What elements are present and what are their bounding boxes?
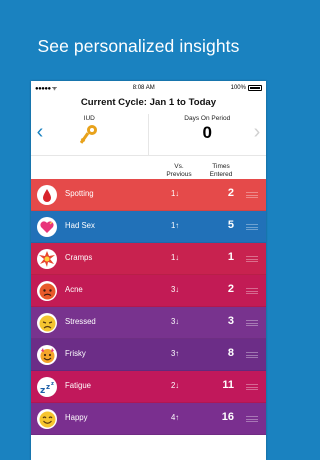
- symptom-row[interactable]: zzz Fatigue 2↓ 11: [31, 371, 266, 403]
- svg-text:z: z: [46, 383, 50, 391]
- signal-indicator: ●●●●● ᯤ: [35, 85, 57, 92]
- cycle-title: Current Cycle: Jan 1 to Today: [80, 97, 217, 108]
- days-on-period: Days On Period 0: [149, 114, 267, 155]
- times-entered-header: Times Entered: [209, 163, 233, 178]
- vs-previous-value: 1↓: [171, 189, 180, 198]
- vs-previous-value: 3↑: [171, 349, 180, 358]
- next-cycle-chevron-icon[interactable]: ›: [250, 122, 264, 142]
- reorder-handle-icon[interactable]: [246, 224, 258, 230]
- symptom-label: Stressed: [65, 317, 96, 326]
- svg-text:z: z: [51, 381, 54, 387]
- status-bar: ●●●●● ᯤ 8:08 AM 100%: [31, 81, 266, 94]
- reorder-handle-icon[interactable]: [246, 416, 258, 422]
- symptom-label: Had Sex: [65, 221, 95, 230]
- symptom-label: Cramps: [65, 253, 93, 262]
- battery-indicator: 100%: [230, 84, 262, 91]
- burst-icon: [37, 249, 57, 269]
- symptom-row[interactable]: Cramps 1↓ 1: [31, 243, 266, 275]
- svg-text:z: z: [40, 386, 45, 395]
- reorder-handle-icon[interactable]: [246, 256, 258, 262]
- angry-face-icon: [37, 281, 57, 301]
- battery-percent: 100%: [230, 84, 246, 91]
- status-time: 8:08 AM: [132, 84, 155, 91]
- symptom-list: Spotting 1↓ 2 Had Sex 1↑ 5 Cramps 1↓ 1 A…: [31, 179, 266, 435]
- blood-drop-icon: [37, 185, 57, 205]
- happy-face-icon: [37, 409, 57, 429]
- times-entered-value: 16: [221, 411, 234, 423]
- vs-previous-value: 1↑: [171, 221, 180, 230]
- times-entered-value: 1: [227, 251, 234, 263]
- symptom-label: Spotting: [65, 189, 94, 198]
- times-entered-value: 11: [222, 379, 234, 391]
- reorder-handle-icon[interactable]: [246, 320, 258, 326]
- times-entered-value: 2: [227, 187, 234, 199]
- symptom-row[interactable]: Had Sex 1↑ 5: [31, 211, 266, 243]
- heart-icon: [37, 217, 57, 237]
- times-entered-value: 3: [227, 315, 234, 327]
- vs-previous-value: 4↑: [171, 413, 180, 422]
- devil-face-icon: [37, 345, 57, 365]
- vs-previous-value: 3↓: [171, 317, 180, 326]
- phone-screen: ●●●●● ᯤ 8:08 AM 100% Current Cycle: Jan …: [31, 81, 266, 460]
- symptom-label: Frisky: [65, 349, 86, 358]
- headline: See personalized insights: [37, 36, 240, 56]
- reorder-handle-icon[interactable]: [246, 384, 258, 390]
- birth-control-method: IUD: [31, 114, 149, 155]
- reorder-handle-icon[interactable]: [246, 352, 258, 358]
- vs-previous-value: 3↓: [171, 285, 180, 294]
- vs-previous-value: 2↓: [171, 381, 180, 390]
- symptom-row[interactable]: Happy 4↑ 16: [31, 403, 266, 435]
- symptom-label: Acne: [65, 285, 83, 294]
- key-icon: [80, 125, 98, 144]
- symptom-label: Happy: [65, 413, 88, 422]
- reorder-handle-icon[interactable]: [246, 288, 258, 294]
- symptom-row[interactable]: Stressed 3↓ 3: [31, 307, 266, 339]
- stressed-face-icon: [37, 313, 57, 333]
- cycle-summary: ‹ IUD Days On Period 0 ›: [31, 114, 266, 156]
- symptom-row[interactable]: Spotting 1↓ 2: [31, 179, 266, 211]
- days-label: Days On Period: [184, 115, 231, 122]
- days-value: 0: [202, 123, 212, 142]
- vs-previous-value: 1↓: [171, 253, 180, 262]
- reorder-handle-icon[interactable]: [246, 192, 258, 198]
- sleepy-zzz-icon: zzz: [37, 377, 57, 397]
- method-label: IUD: [83, 115, 95, 122]
- times-entered-value: 2: [227, 283, 234, 295]
- times-entered-value: 5: [227, 219, 234, 231]
- symptom-row[interactable]: Acne 3↓ 2: [31, 275, 266, 307]
- battery-icon: [247, 84, 262, 91]
- symptom-label: Fatigue: [65, 381, 92, 390]
- times-entered-value: 8: [227, 347, 234, 359]
- symptom-row[interactable]: Frisky 3↑ 8: [31, 339, 266, 371]
- vs-previous-header: Vs. Previous: [166, 163, 192, 178]
